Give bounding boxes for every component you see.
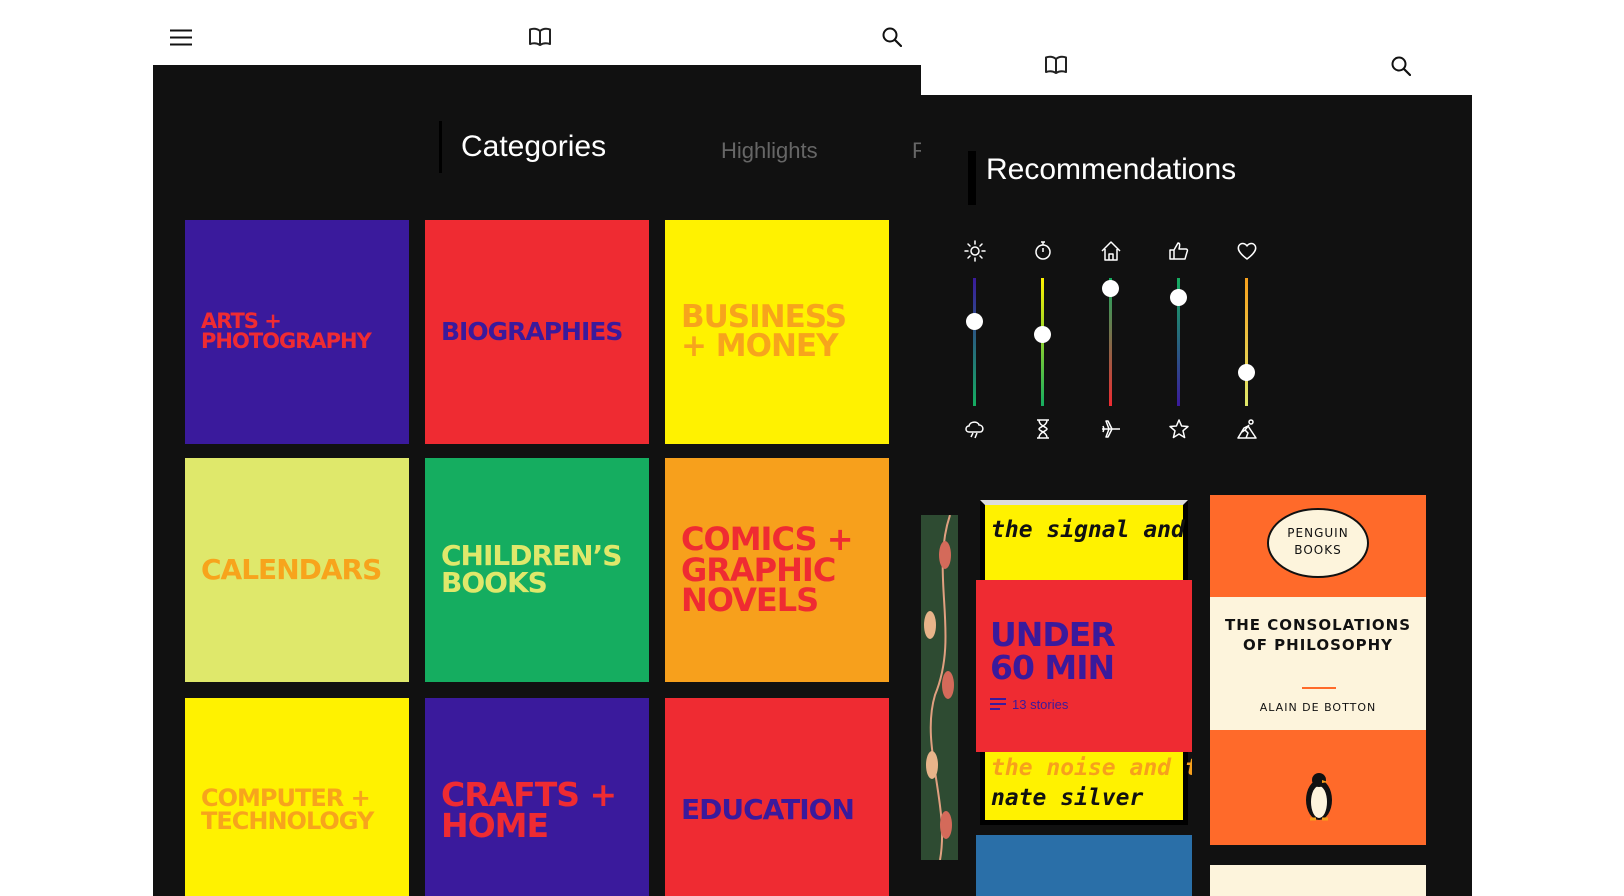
slider-track — [973, 278, 976, 406]
top-bar — [920, 0, 1472, 95]
sun-icon — [964, 240, 986, 262]
categories-screen: Categories Highlights R ARTS + PHOTOGRAP… — [153, 0, 921, 896]
category-childrens-books[interactable]: CHILDREN’S BOOKS — [425, 458, 649, 682]
active-tab-marker — [439, 121, 442, 173]
penguin-book-cover[interactable]: PENGUIN BOOKS THE CONSOLATIONS OF PHILOS… — [1210, 495, 1426, 845]
menu-icon[interactable] — [170, 29, 192, 46]
location-slider[interactable] — [1096, 240, 1126, 450]
slider-track — [1109, 278, 1112, 406]
playlist-card[interactable]: the signal and the noise the noise and t… — [976, 500, 1192, 825]
top-bar — [153, 0, 921, 65]
category-comics-graphic-novels[interactable]: COMICS + GRAPHIC NOVELS — [665, 458, 889, 682]
search-icon[interactable] — [882, 27, 902, 47]
storm-cloud-icon — [965, 421, 984, 439]
divider — [1302, 687, 1336, 689]
book-icon[interactable] — [1045, 55, 1067, 75]
category-label: CHILDREN’S BOOKS — [441, 539, 622, 599]
stopwatch-icon — [1035, 241, 1051, 260]
publisher-label: PENGUIN BOOKS — [1287, 526, 1349, 557]
leaf-pattern-image — [924, 515, 954, 860]
category-label: ARTS + PHOTOGRAPHY — [201, 309, 372, 353]
category-crafts-home[interactable]: CRAFTS + HOME — [425, 698, 649, 896]
book-icon[interactable] — [529, 27, 551, 47]
heart-icon — [1237, 242, 1257, 260]
category-label: BIOGRAPHIES — [441, 317, 623, 347]
slider-knob[interactable] — [1102, 279, 1119, 297]
slider-knob[interactable] — [1238, 364, 1255, 382]
house-icon — [1101, 241, 1121, 261]
slider-track — [1245, 278, 1248, 406]
category-label: COMICS + GRAPHIC NOVELS — [681, 520, 854, 620]
playlist-title: UNDER 60 MIN — [990, 615, 1116, 687]
book-cover-partial[interactable] — [920, 515, 958, 860]
slider-knob[interactable] — [966, 313, 983, 331]
book-author: ALAIN DE BOTTON — [1259, 701, 1377, 714]
book-cover-bottom-right[interactable] — [1210, 865, 1426, 896]
list-icon — [990, 698, 1006, 710]
category-biographies[interactable]: BIOGRAPHIES — [425, 220, 649, 444]
thumbs-up-icon — [1169, 242, 1189, 260]
rating-slider[interactable] — [1164, 240, 1194, 450]
penguin-icon — [1306, 773, 1332, 821]
airplane-icon — [1102, 420, 1120, 438]
interest-slider[interactable] — [1232, 240, 1262, 450]
category-label: CALENDARS — [201, 552, 382, 586]
recommendations-screen: Recommendations the signal and the noise… — [920, 0, 1472, 896]
category-computer-technology[interactable]: COMPUTER + TECHNOLOGY — [185, 698, 409, 896]
time-slider[interactable] — [1028, 240, 1058, 450]
tab-categories[interactable]: Categories — [461, 130, 606, 164]
category-label: EDUCATION — [681, 792, 855, 826]
category-business-money[interactable]: BUSINESS + MONEY — [665, 220, 889, 444]
recommendations-title: Recommendations — [986, 153, 1237, 186]
tab-bar: Categories Highlights R — [153, 115, 921, 175]
cover-line-3: nate silver — [991, 785, 1144, 811]
tab-recommendations[interactable]: R — [912, 138, 921, 164]
cover-line-1: the signal and the noise — [991, 517, 1192, 543]
story-count: 13 stories — [1012, 697, 1069, 712]
category-education[interactable]: EDUCATION — [665, 698, 889, 896]
category-label: CRAFTS + HOME — [441, 774, 617, 845]
hourglass-icon — [1037, 419, 1049, 439]
mood-slider[interactable] — [960, 240, 990, 450]
book-cover-bottom[interactable] — [976, 835, 1192, 896]
category-label: COMPUTER + TECHNOLOGY — [201, 784, 374, 835]
title-panel: THE CONSOLATIONS OF PHILOSOPHY ALAIN DE … — [1210, 597, 1426, 730]
playlist-panel: UNDER 60 MIN 13 stories — [976, 580, 1192, 752]
tab-highlights[interactable]: Highlights — [721, 138, 818, 164]
book-title: THE CONSOLATIONS OF PHILOSOPHY — [1224, 616, 1412, 655]
category-calendars[interactable]: CALENDARS — [185, 458, 409, 682]
star-icon — [1169, 419, 1189, 439]
slider-knob[interactable] — [1034, 325, 1051, 343]
hiking-icon — [1237, 419, 1257, 439]
category-label: BUSINESS + MONEY — [681, 298, 847, 364]
search-icon[interactable] — [1391, 56, 1411, 76]
slider-knob[interactable] — [1170, 288, 1187, 306]
cover-line-2: the noise and the — [991, 755, 1192, 781]
title-marker — [968, 151, 976, 205]
category-arts-photography[interactable]: ARTS + PHOTOGRAPHY — [185, 220, 409, 444]
content-area: Recommendations the signal and the noise… — [920, 95, 1472, 896]
